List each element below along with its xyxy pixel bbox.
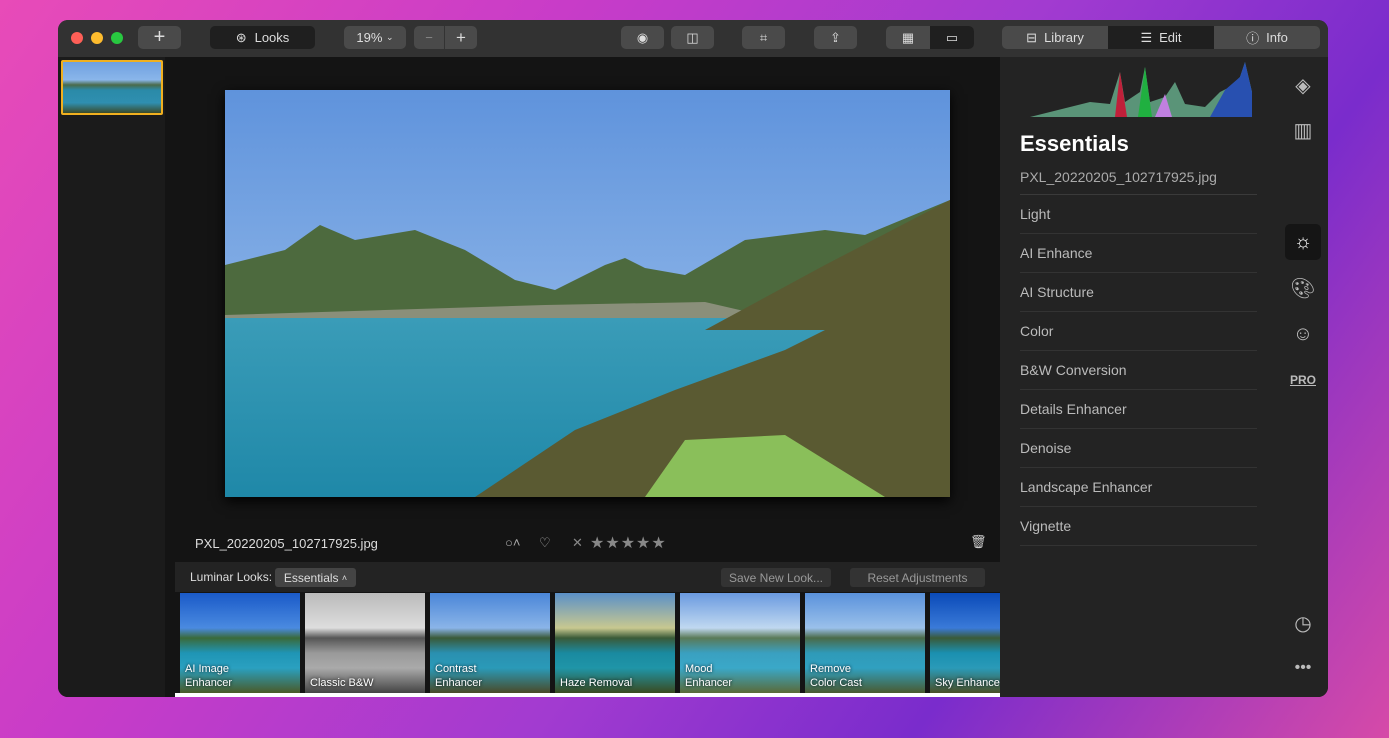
look-label: Haze Removal [560,677,633,689]
look-thumbnail[interactable]: Remove Color Cast [805,593,925,693]
ruler-icon[interactable]: ▥ [1285,112,1321,148]
save-new-look-button[interactable]: Save New Look... [721,568,831,587]
tool-categories: ◈ ▥ ☼ 🎨︎ ☺ PRO ◷ ••• [1280,57,1328,697]
look-thumbnail[interactable]: AI Image Enhancer [180,593,300,693]
look-label: Classic B&W [310,677,374,689]
color-label-dropdown[interactable]: ○˄ [505,535,520,550]
looks-button[interactable]: ⊛ Looks [210,26,315,49]
crop-icon: ⌗ [759,29,768,45]
palette-icon[interactable]: 🎨︎ [1285,270,1321,306]
face-icon[interactable]: ☺ [1285,316,1321,352]
looks-category-dropdown[interactable]: Essentials ˄ [275,568,356,587]
star-rating[interactable]: ★★★★★ [590,533,667,553]
category-value: Essentials [283,570,339,585]
edit-panel: Essentials PXL_20220205_102717925.jpg Li… [1000,57,1280,697]
toolbar: + ⊛ Looks 19% ⌄ − + ◉ ◫ ⌗ ⇪ ▦ ▭ ⊟ Library … [58,20,1328,57]
share-button[interactable]: ⇪ [814,26,857,49]
main-photo[interactable] [225,90,950,497]
preview-eye-button[interactable]: ◉ [621,26,664,49]
filmstrip-thumbnail[interactable] [61,60,163,115]
view-mode-toggle: ▦ ▭ [886,26,974,49]
zoom-out-button[interactable]: − [414,26,445,49]
zoom-controls: − + [414,26,477,49]
grid-icon: ▦ [901,29,915,45]
tab-info[interactable]: ⓘ Info [1214,26,1320,49]
look-thumbnail[interactable]: Contrast Enhancer [430,593,550,693]
sliders-icon: ☰ [1140,29,1153,45]
favorite-heart-icon[interactable]: ♡ [539,535,551,551]
mode-tabs: ⊟ Library ☰ Edit ⓘ Info [1002,26,1320,49]
image-canvas: PXL_20220205_102717925.jpg ○˄ ♡ ✕ ★★★★★ … [175,57,1000,697]
compare-button[interactable]: ◫ [671,26,714,49]
look-thumbnail[interactable]: Haze Removal [555,593,675,693]
tool-ai-structure[interactable]: AI Structure [1020,273,1257,312]
look-thumbnail[interactable]: Mood Enhancer [680,593,800,693]
looks-strip: AI Image Enhancer Classic B&W Contrast E… [180,593,1000,693]
tool-vignette[interactable]: Vignette [1020,507,1257,546]
split-view-icon: ◫ [686,29,699,45]
looks-label: Looks [254,30,290,45]
look-label: AI Image Enhancer [185,663,233,689]
landscape-image [225,90,950,497]
chevron-down-icon: ⌄ [386,32,394,42]
look-label: Sky Enhancer [935,677,1000,689]
panel-filename: PXL_20220205_102717925.jpg [1020,169,1217,185]
reset-adjustments-button[interactable]: Reset Adjustments [850,568,985,587]
info-icon: ⓘ [1246,31,1260,46]
tool-denoise[interactable]: Denoise [1020,429,1257,468]
reject-x-icon[interactable]: ✕ [572,535,583,551]
crop-button[interactable]: ⌗ [742,26,785,49]
trash-icon[interactable]: 🗑 [970,534,987,550]
app-window: + ⊛ Looks 19% ⌄ − + ◉ ◫ ⌗ ⇪ ▦ ▭ ⊟ Library … [58,20,1328,697]
looks-bar: Luminar Looks: Essentials ˄ Save New Loo… [175,562,1000,592]
single-image-icon: ▭ [945,29,959,45]
look-thumbnail[interactable]: Sky Enhancer [930,593,1000,693]
grid-view-button[interactable]: ▦ [886,26,930,49]
clock-icon[interactable]: ◷ [1285,605,1321,641]
chevron-up-icon: ˄ [341,572,348,583]
tab-label: Edit [1159,30,1182,45]
tab-edit[interactable]: ☰ Edit [1108,26,1214,49]
zoom-in-button[interactable]: + [445,26,477,49]
panel-title: Essentials [1020,131,1129,156]
eye-icon: ◉ [636,29,649,45]
tool-details-enhancer[interactable]: Details Enhancer [1020,390,1257,429]
close-button[interactable] [71,32,83,44]
look-thumbnail[interactable]: Classic B&W [305,593,425,693]
looks-icon: ⊛ [235,29,247,45]
histogram [1030,62,1252,117]
pro-icon[interactable]: PRO [1285,362,1321,398]
look-label: Remove Color Cast [810,663,862,689]
tab-library[interactable]: ⊟ Library [1002,26,1108,49]
zoom-dropdown[interactable]: 19% ⌄ [344,26,406,49]
image-filename: PXL_20220205_102717925.jpg [195,536,378,551]
looks-label: Luminar Looks: [190,570,273,584]
scrollbar-track [175,693,1000,697]
tools-list: Light AI Enhance AI Structure Color B&W … [1020,194,1257,546]
add-photos-button[interactable]: + [138,26,181,49]
layers-icon[interactable]: ◈ [1285,67,1321,103]
library-icon: ⊟ [1026,29,1038,45]
tab-label: Info [1266,30,1288,45]
image-info-bar: PXL_20220205_102717925.jpg ○˄ ♡ ✕ ★★★★★ … [175,527,1000,562]
filmstrip [58,57,165,697]
single-view-button[interactable]: ▭ [930,26,974,49]
tool-landscape-enhancer[interactable]: Landscape Enhancer [1020,468,1257,507]
tool-bw-conversion[interactable]: B&W Conversion [1020,351,1257,390]
tab-label: Library [1044,30,1084,45]
look-label: Mood Enhancer [685,663,733,689]
look-label: Contrast Enhancer [435,663,483,689]
sun-icon[interactable]: ☼ [1285,224,1321,260]
share-icon: ⇪ [830,29,841,45]
tool-ai-enhance[interactable]: AI Enhance [1020,234,1257,273]
minimize-button[interactable] [91,32,103,44]
more-icon[interactable]: ••• [1285,650,1321,686]
divider [165,57,175,697]
zoom-value: 19% [356,30,383,45]
tool-color[interactable]: Color [1020,312,1257,351]
tool-light[interactable]: Light [1020,195,1257,234]
zoom-button[interactable] [111,32,123,44]
